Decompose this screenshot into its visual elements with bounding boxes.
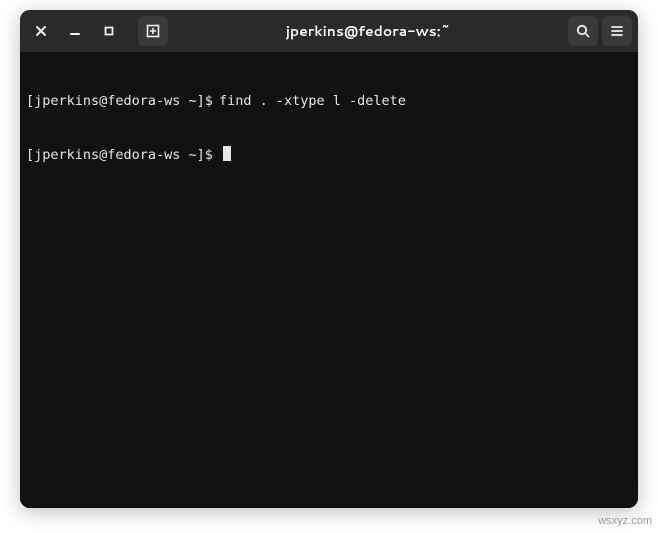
prompt: [jperkins@fedora-ws ~]$ [26, 92, 213, 110]
new-tab-icon [145, 23, 161, 39]
terminal-line: [jperkins@fedora-ws ~]$ find . -xtype l … [26, 92, 632, 110]
maximize-button[interactable] [94, 16, 124, 46]
cursor [223, 146, 231, 161]
command-text: find . -xtype l -delete [213, 92, 406, 110]
close-button[interactable] [26, 16, 56, 46]
watermark: wsxyz.com [598, 515, 652, 527]
close-icon [35, 25, 47, 37]
terminal-area[interactable]: [jperkins@fedora-ws ~]$ find . -xtype l … [20, 52, 638, 508]
search-button[interactable] [568, 16, 598, 46]
maximize-icon [103, 25, 115, 37]
command-text [213, 146, 219, 164]
hamburger-icon [609, 23, 625, 39]
minimize-icon [69, 25, 81, 37]
search-icon [575, 23, 591, 39]
new-tab-button[interactable] [138, 16, 168, 46]
titlebar: jperkins@fedora-ws:~ [20, 10, 638, 52]
menu-button[interactable] [602, 16, 632, 46]
window-title: jperkins@fedora-ws:~ [172, 21, 564, 41]
terminal-line: [jperkins@fedora-ws ~]$ [26, 146, 632, 164]
prompt: [jperkins@fedora-ws ~]$ [26, 146, 213, 164]
terminal-window: jperkins@fedora-ws:~ [jperkins@fedora-ws… [20, 10, 638, 508]
minimize-button[interactable] [60, 16, 90, 46]
